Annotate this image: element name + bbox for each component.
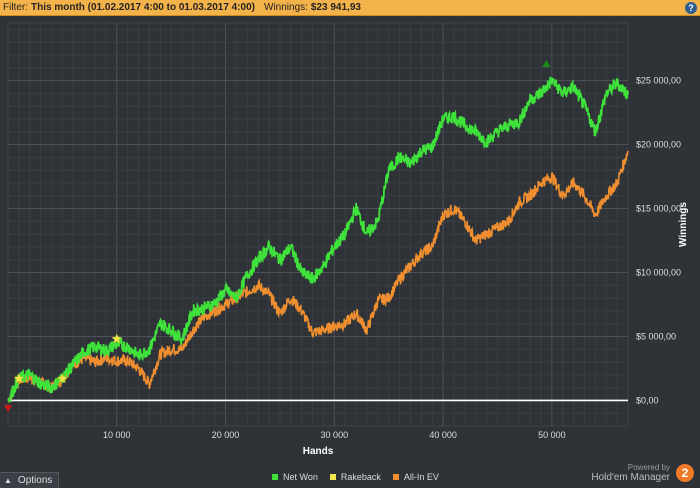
y-tick-label: $10 000,00: [636, 267, 681, 277]
x-axis-label: Hands: [303, 446, 334, 457]
legend-label-allin-ev: All-In EV: [403, 472, 439, 482]
winnings-label: Winnings:: [264, 2, 308, 13]
question-icon[interactable]: ?: [685, 2, 697, 14]
legend-item-rakeback[interactable]: Rakeback: [329, 472, 381, 482]
legend-swatch-net-won: [272, 474, 278, 480]
powered-by: Powered by Hold'em Manager: [591, 463, 670, 483]
legend-label-rakeback: Rakeback: [340, 472, 381, 482]
y-tick-label: $25 000,00: [636, 76, 681, 86]
filter-bar[interactable]: Filter: This month (01.02.2017 4:00 to 0…: [0, 0, 700, 16]
x-tick-label: 30 000: [321, 430, 349, 440]
y-axis-label: Winnings: [678, 202, 689, 247]
winnings-value: $23 941,93: [310, 2, 361, 13]
legend-label-net-won: Net Won: [283, 472, 318, 482]
filter-prefix: Filter:: [3, 2, 28, 13]
y-tick-label: $5 000,00: [636, 331, 676, 341]
legend-item-allin-ev[interactable]: All-In EV: [392, 472, 439, 482]
legend: Net Won Rakeback All-In EV: [272, 472, 451, 482]
product-name: Hold'em Manager: [591, 472, 670, 483]
x-tick-label: 50 000: [538, 430, 566, 440]
bottom-bar: ▲ Options Net Won Rakeback All-In EV Pow…: [0, 463, 700, 488]
x-tick-label: 10 000: [103, 430, 131, 440]
legend-item-net-won[interactable]: Net Won: [272, 472, 318, 482]
hm2-logo-icon: 2: [676, 464, 694, 482]
winnings-graph: 10 000 20 000 30 000 40 000 50 000 $0,00 $5 00…: [4, 22, 689, 457]
y-tick-label: $0,00: [636, 395, 659, 405]
chevron-up-icon: ▲: [4, 476, 12, 485]
legend-swatch-allin-ev: [392, 474, 399, 480]
filter-value: This month (01.02.2017 4:00 to 01.03.201…: [31, 2, 255, 13]
legend-swatch-rakeback: [329, 474, 336, 480]
options-label: Options: [17, 475, 53, 486]
options-button[interactable]: ▲ Options: [0, 472, 60, 488]
x-tick-label: 20 000: [212, 430, 240, 440]
x-tick-label: 40 000: [429, 430, 457, 440]
y-tick-label: $15 000,00: [636, 204, 681, 214]
y-tick-label: $20 000,00: [636, 140, 681, 150]
